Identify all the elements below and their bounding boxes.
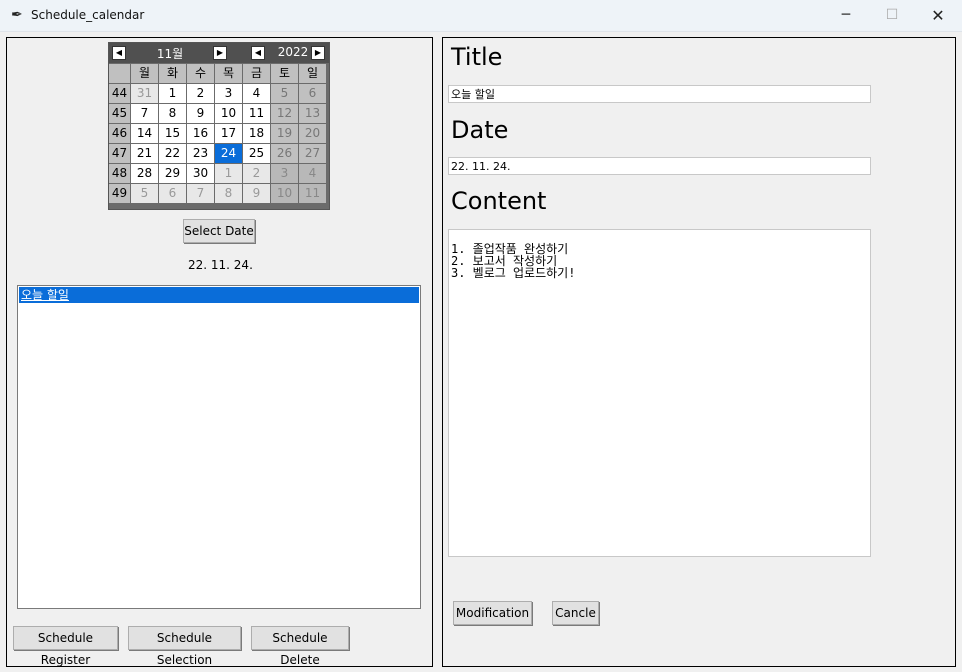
calendar-header: ◀ 11월 ▶ ◀ 2022 ▶	[109, 43, 329, 63]
weekday-label: 금	[243, 64, 270, 83]
week-row: 49 5 6 7 8 9 10 11	[109, 184, 329, 204]
calendar-day[interactable]: 16	[187, 124, 214, 143]
calendar-day[interactable]: 4	[243, 84, 270, 103]
week-row: 45 7 8 9 10 11 12 13	[109, 104, 329, 124]
schedule-delete-button[interactable]: Schedule Delete	[251, 626, 349, 667]
calendar-day[interactable]: 15	[159, 124, 186, 143]
calendar-day[interactable]: 29	[159, 164, 186, 183]
calendar-day[interactable]: 11	[299, 184, 326, 203]
calendar-day[interactable]: 4	[299, 164, 326, 183]
calendar-day[interactable]: 18	[243, 124, 270, 143]
calendar-day[interactable]: 1	[215, 164, 242, 183]
calendar-day[interactable]: 7	[131, 104, 158, 123]
calendar-day[interactable]: 20	[299, 124, 326, 143]
calendar-day[interactable]: 17	[215, 124, 242, 143]
week-row: 48 28 29 30 1 2 3 4	[109, 164, 329, 184]
calendar-day[interactable]: 2	[243, 164, 270, 183]
weekday-label: 수	[187, 64, 214, 83]
calendar-day[interactable]: 10	[271, 184, 298, 203]
weekday-header-row: 월 화 수 목 금 토 일	[109, 64, 329, 84]
calendar-day[interactable]: 23	[187, 144, 214, 163]
calendar-day[interactable]: 6	[159, 184, 186, 203]
calendar-day[interactable]: 6	[299, 84, 326, 103]
schedule-selection-button[interactable]: Schedule Selection	[128, 626, 241, 667]
date-label: Date	[451, 116, 509, 144]
prev-month-button[interactable]: ◀	[112, 46, 126, 60]
calendar-day[interactable]: 7	[187, 184, 214, 203]
title-bar: ✒ Schedule_calendar ─ ☐ ✕	[0, 0, 962, 32]
week-number: 45	[109, 104, 130, 123]
week-row: 44 31 1 2 3 4 5 6	[109, 84, 329, 104]
weekday-label: 목	[215, 64, 242, 83]
calendar-day[interactable]: 1	[159, 84, 186, 103]
week-number: 46	[109, 124, 130, 143]
week-number: 48	[109, 164, 130, 183]
calendar-year: 2022	[277, 45, 309, 59]
maximize-button[interactable]: ☐	[869, 0, 915, 31]
calendar-day[interactable]: 11	[243, 104, 270, 123]
week-number-corner	[109, 64, 130, 83]
content-label: Content	[451, 187, 547, 215]
window-title: Schedule_calendar	[31, 8, 145, 22]
prev-year-button[interactable]: ◀	[251, 46, 265, 60]
calendar: ◀ 11월 ▶ ◀ 2022 ▶ 월 화 수 목 금 토 일 44 31 1 2…	[108, 42, 330, 210]
calendar-day[interactable]: 25	[243, 144, 270, 163]
cancel-button[interactable]: Cancle	[552, 601, 599, 625]
calendar-day[interactable]: 2	[187, 84, 214, 103]
close-button[interactable]: ✕	[915, 0, 961, 31]
calendar-day[interactable]: 10	[215, 104, 242, 123]
calendar-day[interactable]: 19	[271, 124, 298, 143]
minimize-button[interactable]: ─	[823, 0, 869, 31]
weekday-label: 월	[131, 64, 158, 83]
calendar-day-selected[interactable]: 24	[215, 144, 242, 163]
calendar-day[interactable]: 5	[271, 84, 298, 103]
modification-button[interactable]: Modification	[453, 601, 532, 625]
selected-date-label: 22. 11. 24.	[188, 258, 253, 272]
calendar-day[interactable]: 31	[131, 84, 158, 103]
schedule-register-button[interactable]: Schedule Register	[13, 626, 118, 667]
next-year-button[interactable]: ▶	[311, 46, 325, 60]
calendar-month: 11월	[156, 47, 184, 61]
list-item[interactable]: 오늘 할일	[19, 287, 419, 303]
calendar-day[interactable]: 3	[215, 84, 242, 103]
weekday-label: 화	[159, 64, 186, 83]
title-input[interactable]: 오늘 할일	[448, 85, 871, 103]
weekday-label: 토	[271, 64, 298, 83]
date-input[interactable]: 22. 11. 24.	[448, 157, 871, 175]
list-item-text: 오늘 할일	[21, 288, 69, 302]
calendar-day[interactable]: 8	[159, 104, 186, 123]
calendar-grid: 월 화 수 목 금 토 일 44 31 1 2 3 4 5 6 45 7 8 9…	[109, 64, 329, 204]
week-row: 46 14 15 16 17 18 19 20	[109, 124, 329, 144]
schedule-listbox[interactable]: 오늘 할일	[17, 285, 421, 609]
calendar-day[interactable]: 26	[271, 144, 298, 163]
select-date-button[interactable]: Select Date	[183, 219, 255, 243]
calendar-day[interactable]: 3	[271, 164, 298, 183]
title-label: Title	[451, 43, 503, 71]
week-row: 47 21 22 23 24 25 26 27	[109, 144, 329, 164]
calendar-day[interactable]: 12	[271, 104, 298, 123]
calendar-day[interactable]: 9	[187, 104, 214, 123]
calendar-day[interactable]: 9	[243, 184, 270, 203]
calendar-day[interactable]: 28	[131, 164, 158, 183]
week-number: 49	[109, 184, 130, 203]
calendar-day[interactable]: 5	[131, 184, 158, 203]
calendar-day[interactable]: 8	[215, 184, 242, 203]
week-number: 44	[109, 84, 130, 103]
week-number: 47	[109, 144, 130, 163]
calendar-day[interactable]: 13	[299, 104, 326, 123]
calendar-day[interactable]: 14	[131, 124, 158, 143]
calendar-day[interactable]: 30	[187, 164, 214, 183]
weekday-label: 일	[299, 64, 326, 83]
next-month-button[interactable]: ▶	[213, 46, 227, 60]
content-textarea[interactable]: 1. 졸업작품 완성하기 2. 보고서 작성하기 3. 벨로그 업로드하기!	[448, 229, 871, 557]
calendar-day[interactable]: 21	[131, 144, 158, 163]
calendar-day[interactable]: 22	[159, 144, 186, 163]
calendar-day[interactable]: 27	[299, 144, 326, 163]
feather-icon: ✒	[11, 7, 23, 23]
